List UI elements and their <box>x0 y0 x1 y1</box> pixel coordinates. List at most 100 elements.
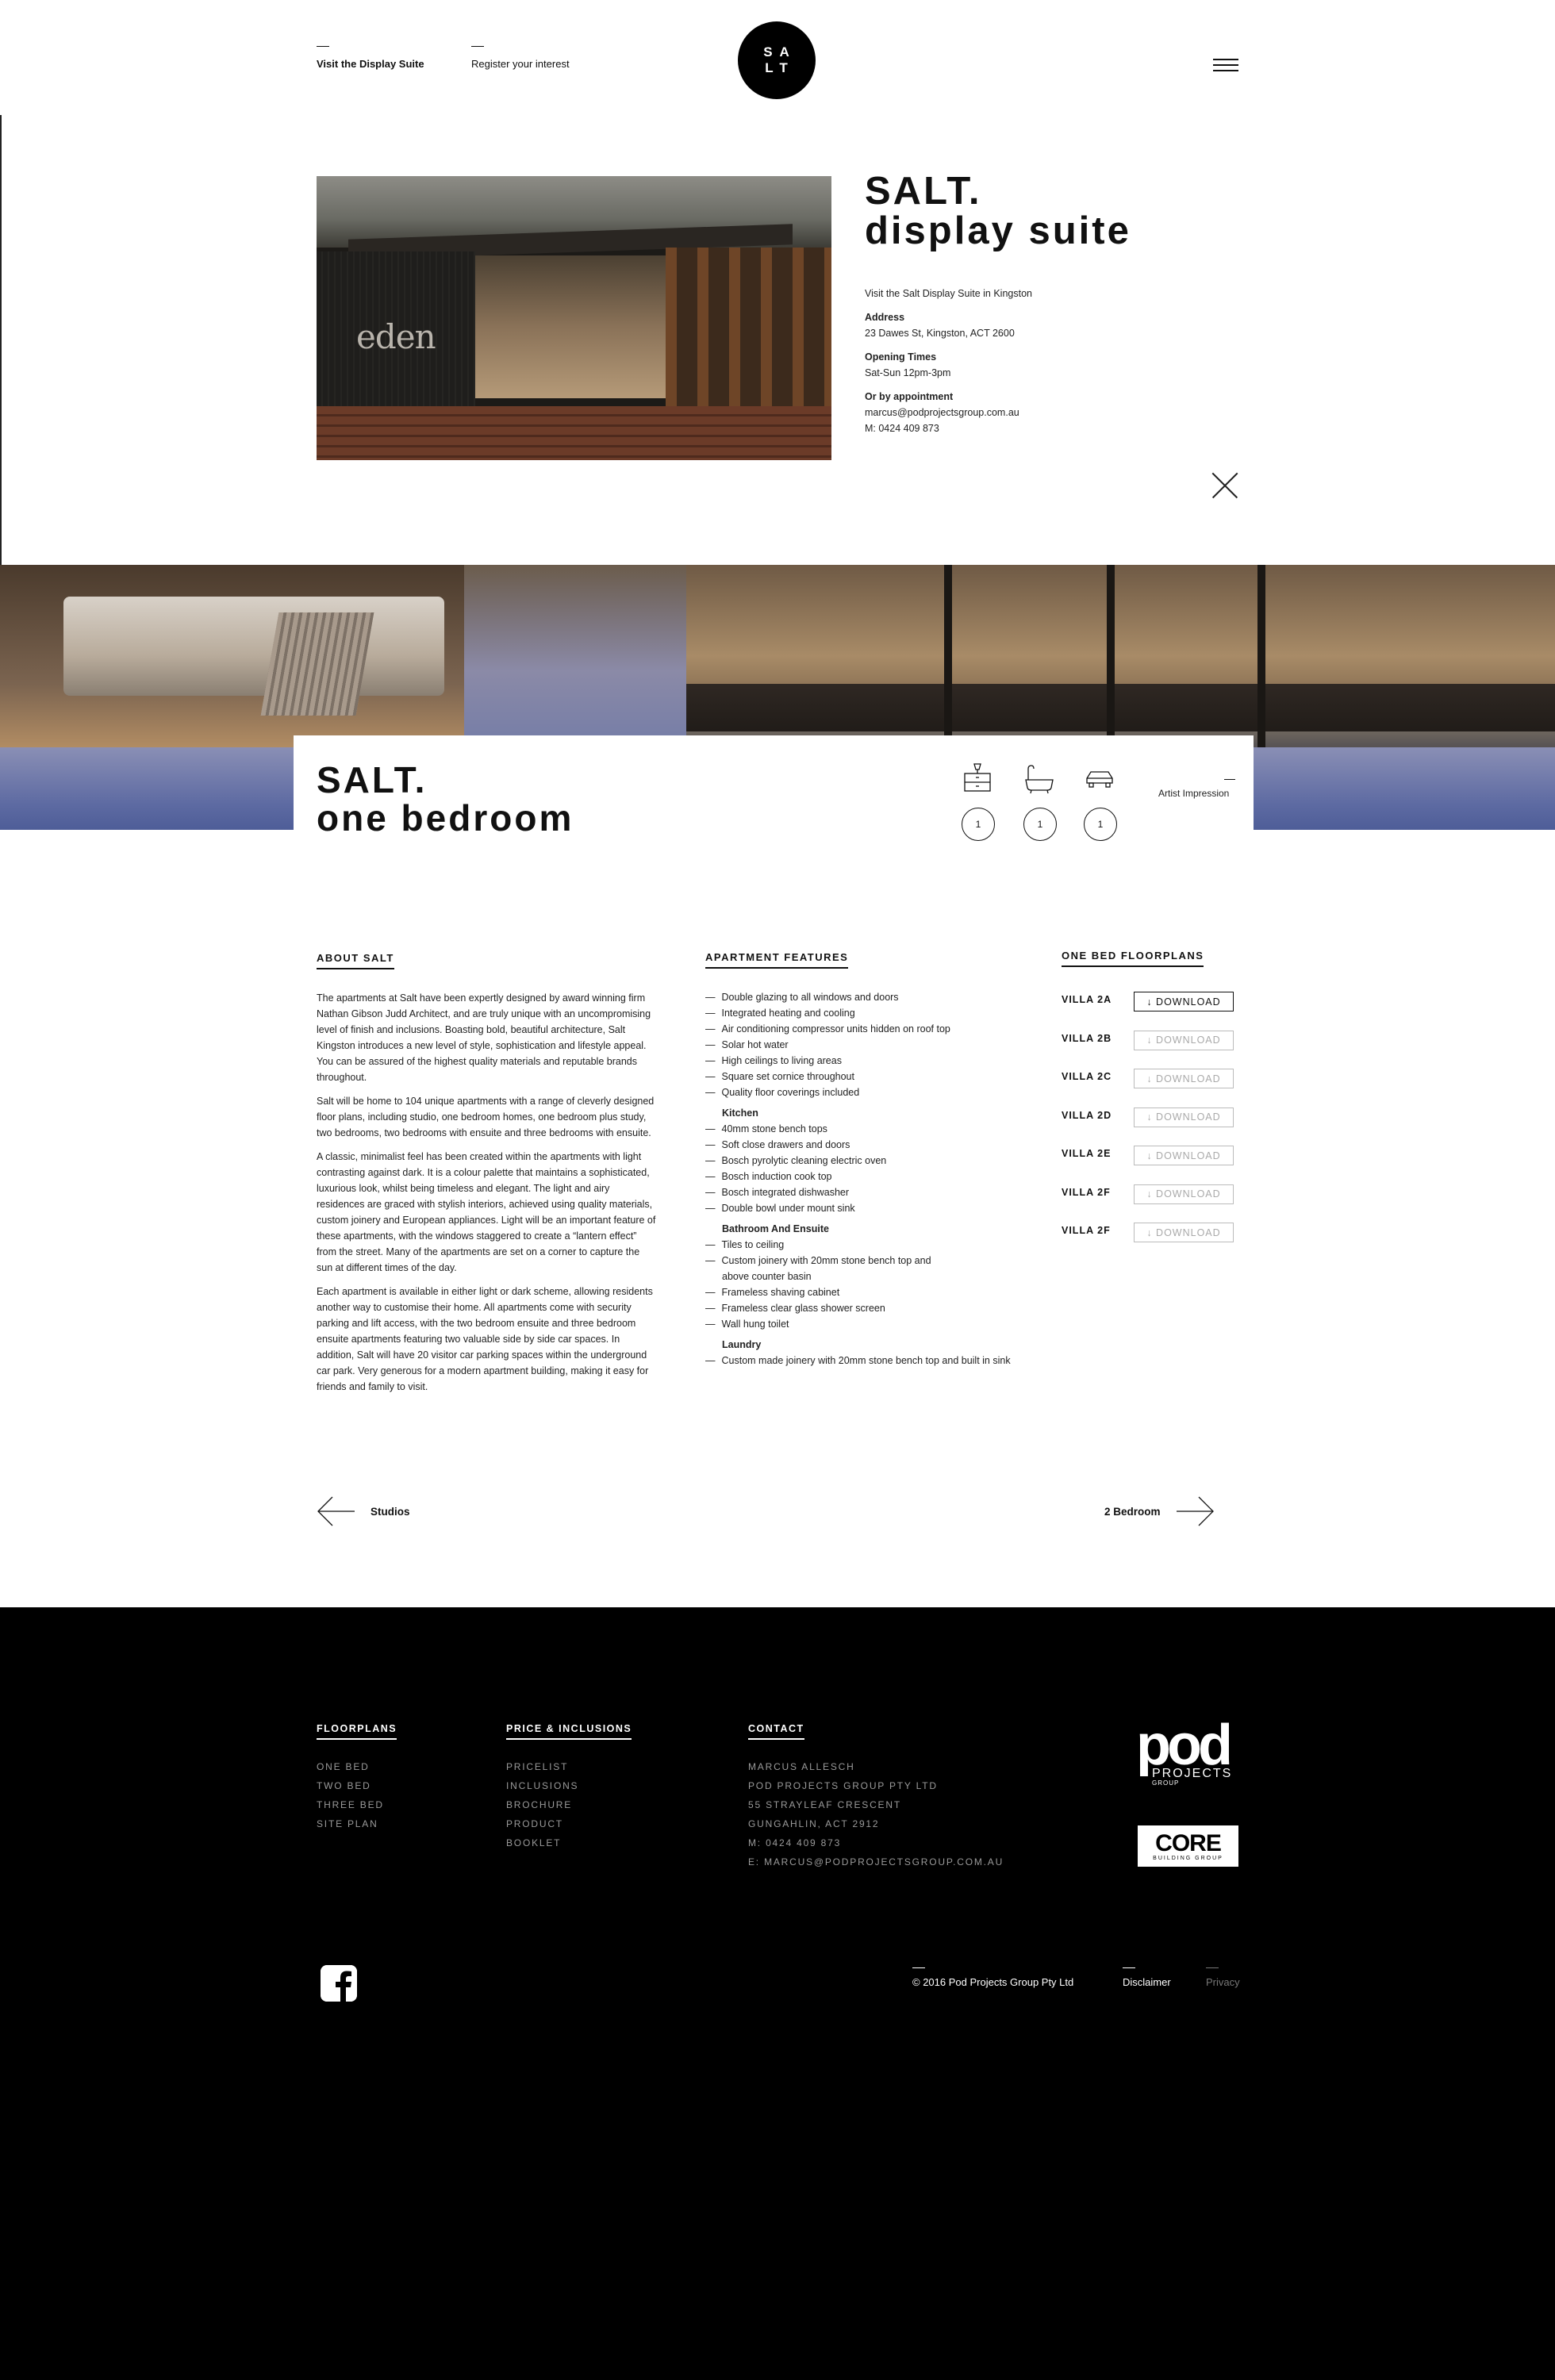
bedside-lamp-icon <box>964 763 991 792</box>
copyright-text: © 2016 Pod Projects Group Pty Ltd <box>912 1967 1073 1988</box>
floorplan-row: VILLA 2F ↓ DOWNLOAD <box>1062 1223 1244 1261</box>
opening-times-value: Sat-Sun 12pm-3pm <box>865 367 951 378</box>
register-interest-link[interactable]: Register your interest <box>471 46 570 70</box>
download-button[interactable]: ↓ DOWNLOAD <box>1134 1069 1234 1088</box>
core-logo-subtext: BUILDING GROUP <box>1153 1855 1223 1861</box>
download-button[interactable]: ↓ DOWNLOAD <box>1134 1223 1234 1242</box>
display-suite-title: SALT. display suite <box>865 171 1131 251</box>
feature-item: Soft close drawers and doors <box>705 1137 1054 1153</box>
contact-line[interactable]: E: MARCUS@PODPROJECTSGROUP.COM.AU <box>748 1852 1004 1871</box>
download-button[interactable]: ↓ DOWNLOAD <box>1134 1184 1234 1204</box>
floorplans-heading: ONE BED FLOORPLANS <box>1062 950 1204 967</box>
footer-dash <box>1123 1967 1135 1968</box>
opening-times-label: Opening Times <box>865 351 937 363</box>
floorplans-list: VILLA 2A ↓ DOWNLOAD VILLA 2B ↓ DOWNLOAD … <box>1062 992 1244 1261</box>
floorplan-row: VILLA 2B ↓ DOWNLOAD <box>1062 1030 1244 1069</box>
pod-projects-logo[interactable]: pod PROJECTS GROUP <box>1136 1718 1239 1791</box>
unit-title-line-1: SALT. <box>317 759 428 800</box>
close-icon[interactable] <box>1211 472 1238 499</box>
feature-item: Bosch integrated dishwasher <box>705 1184 1054 1200</box>
disclaimer-link[interactable]: Disclaimer <box>1123 1967 1171 1988</box>
feature-item-continued: above counter basin <box>722 1271 812 1282</box>
feature-item: Double bowl under mount sink <box>705 1200 1054 1216</box>
caption-dash <box>1224 779 1235 780</box>
feature-item: Bosch pyrolytic cleaning electric oven <box>705 1153 1054 1169</box>
footer-link[interactable]: PRICELIST <box>506 1757 578 1776</box>
unit-title: SALT. one bedroom <box>317 761 574 837</box>
previous-unit-link[interactable]: Studios <box>317 1495 410 1527</box>
privacy-link[interactable]: Privacy <box>1206 1967 1240 1988</box>
footer-link[interactable]: THREE BED <box>317 1795 384 1814</box>
contact-line: 55 STRAYLEAF CRESCENT <box>748 1799 901 1810</box>
floorplan-name: VILLA 2B <box>1062 1032 1112 1044</box>
features-heading: APARTMENT FEATURES <box>705 951 849 969</box>
next-unit-label: 2 Bedroom <box>1104 1505 1161 1518</box>
register-interest-label: Register your interest <box>471 58 570 70</box>
hamburger-menu-icon[interactable] <box>1213 59 1238 71</box>
footer-floorplans-list: ONE BED TWO BED THREE BED SITE PLAN <box>317 1757 384 1833</box>
floorplan-name: VILLA 2F <box>1062 1186 1111 1198</box>
footer-link[interactable]: BOOKLET <box>506 1833 578 1852</box>
floorplan-name: VILLA 2F <box>1062 1225 1111 1236</box>
footer-link[interactable]: TWO BED <box>317 1776 384 1795</box>
footer-link[interactable]: PRODUCT <box>506 1814 578 1833</box>
about-paragraph: Salt will be home to 104 unique apartmen… <box>317 1096 655 1138</box>
footer-link[interactable]: BROCHURE <box>506 1795 578 1814</box>
feature-item: Bosch induction cook top <box>705 1169 1054 1184</box>
contact-line: MARCUS ALLESCH <box>748 1761 855 1772</box>
floorplan-row: VILLA 2F ↓ DOWNLOAD <box>1062 1184 1244 1223</box>
floorplan-name: VILLA 2A <box>1062 994 1112 1005</box>
core-logo-text: CORE <box>1155 1829 1222 1856</box>
artist-impression-caption: Artist Impression <box>1158 779 1235 799</box>
facebook-icon[interactable] <box>321 1965 357 2002</box>
footer-contact-heading: CONTACT <box>748 1723 804 1740</box>
appointment-email[interactable]: marcus@podprojectsgroup.com.au <box>865 405 1103 420</box>
floorplan-row: VILLA 2C ↓ DOWNLOAD <box>1062 1069 1244 1107</box>
svg-text:GROUP: GROUP <box>1152 1779 1179 1787</box>
feature-item: Quality floor coverings included <box>705 1084 1054 1100</box>
display-suite-title-line-1: SALT. <box>865 170 982 213</box>
about-paragraph: The apartments at Salt have been expertl… <box>317 992 651 1083</box>
floorplan-name: VILLA 2D <box>1062 1109 1112 1121</box>
contact-line: POD PROJECTS GROUP PTY LTD <box>748 1780 938 1791</box>
feature-item: Air conditioning compressor units hidden… <box>705 1021 1054 1037</box>
feature-item: High ceilings to living areas <box>705 1053 1054 1069</box>
footer-floorplans-heading: FLOORPLANS <box>317 1723 397 1740</box>
download-button[interactable]: ↓ DOWNLOAD <box>1134 1107 1234 1127</box>
visit-display-suite-link[interactable]: Visit the Display Suite <box>317 46 424 70</box>
download-button[interactable]: ↓ DOWNLOAD <box>1134 1030 1234 1050</box>
feature-item: Custom joinery with 20mm stone bench top… <box>705 1253 1054 1269</box>
floorplan-row: VILLA 2A ↓ DOWNLOAD <box>1062 992 1244 1031</box>
address-value: 23 Dawes St, Kingston, ACT 2600 <box>865 328 1015 339</box>
unit-info-card: SALT. one bedroom 1 1 1 Artist Impressio… <box>294 735 1254 841</box>
display-suite-details: Visit the Salt Display Suite in Kingston… <box>865 286 1103 436</box>
arrow-right-icon <box>1176 1496 1214 1526</box>
link-dash <box>471 46 484 47</box>
privacy-label: Privacy <box>1206 1976 1240 1988</box>
download-button[interactable]: ↓ DOWNLOAD <box>1134 1146 1234 1165</box>
car-icon <box>1086 771 1113 788</box>
download-button[interactable]: ↓ DOWNLOAD <box>1134 992 1234 1012</box>
footer-link[interactable]: INCLUSIONS <box>506 1776 578 1795</box>
footer-contact-list: MARCUS ALLESCH POD PROJECTS GROUP PTY LT… <box>748 1757 1004 1871</box>
disclaimer-label: Disclaimer <box>1123 1976 1171 1988</box>
appointment-phone[interactable]: M: 0424 409 873 <box>865 420 1103 436</box>
footer-price-list: PRICELIST INCLUSIONS BROCHURE PRODUCT BO… <box>506 1757 578 1852</box>
floorplan-name: VILLA 2E <box>1062 1148 1112 1159</box>
next-unit-link[interactable]: 2 Bedroom <box>1104 1495 1215 1527</box>
footer-link[interactable]: ONE BED <box>317 1757 384 1776</box>
kitchen-subheading: Kitchen <box>722 1107 758 1119</box>
footer-link[interactable]: SITE PLAN <box>317 1814 384 1833</box>
display-suite-photo: eden <box>317 176 831 460</box>
floorplan-name: VILLA 2C <box>1062 1071 1112 1082</box>
contact-line[interactable]: M: 0424 409 873 <box>748 1833 1004 1852</box>
svg-text:PROJECTS: PROJECTS <box>1152 1767 1232 1780</box>
copyright-label: © 2016 Pod Projects Group Pty Ltd <box>912 1976 1074 1988</box>
previous-unit-label: Studios <box>371 1505 410 1518</box>
address-label: Address <box>865 312 905 323</box>
core-building-group-logo[interactable]: CORE BUILDING GROUP <box>1138 1825 1238 1867</box>
salt-logo[interactable]: SA LT <box>738 21 816 99</box>
bathroom-subheading: Bathroom And Ensuite <box>722 1223 829 1234</box>
site-header: Visit the Display Suite Register your in… <box>0 0 1555 115</box>
about-paragraph: A classic, minimalist feel has been crea… <box>317 1151 656 1273</box>
